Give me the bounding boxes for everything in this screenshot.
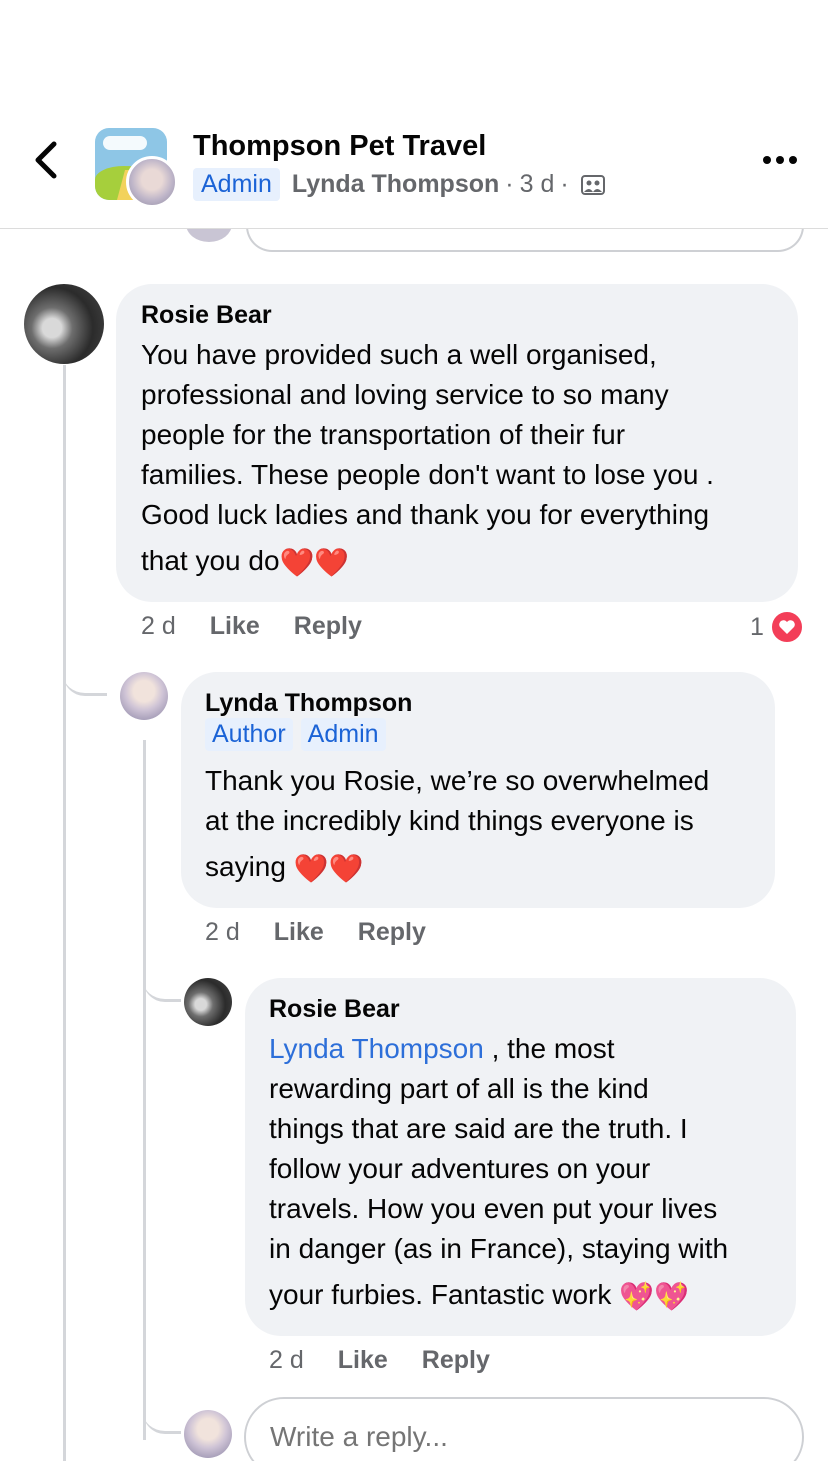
comment-author[interactable]: Rosie Bear [141, 301, 272, 330]
comment-line-last: that you do❤️❤️ [141, 541, 791, 583]
post-time[interactable]: 3 d [520, 170, 555, 199]
love-reaction-icon [769, 610, 804, 644]
reaction-summary[interactable]: 1 [750, 610, 804, 644]
comment-line: that you do [141, 545, 280, 576]
thread-line [63, 365, 66, 1461]
comment-line: saying [205, 851, 286, 882]
reaction-count: 1 [750, 612, 764, 641]
heart-emoji: ❤️❤️ [293, 852, 364, 884]
comment-line: You have provided such a well organised, [141, 339, 657, 370]
comment-author[interactable]: Rosie Bear [269, 995, 400, 1024]
comment-line: families. These people don't want to los… [141, 459, 714, 490]
comment-line: , the most [491, 1033, 615, 1064]
back-chevron-icon[interactable] [30, 140, 66, 180]
comment-line: travels. How you even put your lives [269, 1193, 718, 1224]
comment-line: Thank you Rosie, we’re so overwhelmed [205, 765, 710, 796]
group-privacy-icon [580, 174, 605, 195]
poster-name[interactable]: Lynda Thompson [292, 170, 499, 199]
reply-button[interactable]: Reply [358, 918, 426, 947]
current-user-avatar [184, 1410, 232, 1458]
comment-time[interactable]: 2 d [205, 918, 240, 947]
comment-line-last: your furbies. Fantastic work 💖💖 [269, 1275, 789, 1317]
comment-line: professional and loving service to so ma… [141, 379, 669, 410]
thread-connector [63, 640, 107, 696]
group-title[interactable]: Thompson Pet Travel [193, 130, 486, 163]
comment-text: You have provided such a well organised,… [141, 335, 791, 583]
reply-button[interactable]: Reply [422, 1346, 490, 1375]
write-reply-input[interactable] [244, 1397, 804, 1461]
like-button[interactable]: Like [210, 612, 260, 641]
rosie-bear-avatar[interactable] [184, 978, 232, 1026]
comment-actions: 2 d Like Reply [269, 1346, 524, 1375]
author-badge: Author [205, 718, 293, 751]
comment-text: Lynda Thompson , the most rewarding part… [269, 1029, 789, 1317]
heart-emoji: ❤️❤️ [279, 546, 350, 578]
like-button[interactable]: Like [274, 918, 324, 947]
comment-line: your furbies. Fantastic work [269, 1279, 612, 1310]
like-button[interactable]: Like [338, 1346, 388, 1375]
separator-dot: · [560, 170, 569, 198]
sparkling-heart-emoji: 💖💖 [619, 1280, 689, 1312]
comment-line: follow your adventures on your [269, 1153, 651, 1184]
post-header: Thompson Pet Travel Admin Lynda Thompson… [0, 0, 828, 229]
poster-avatar[interactable] [126, 156, 178, 208]
comment-line-last: saying ❤️❤️ [205, 847, 765, 889]
post-subtitle: Admin Lynda Thompson · 3 d · [193, 168, 605, 201]
comment-actions: 2 d Like Reply [205, 918, 460, 947]
comment-line: people for the transportation of their f… [141, 419, 626, 450]
author-badges: Author Admin [205, 718, 394, 751]
comment-text: Thank you Rosie, we’re so overwhelmed at… [205, 761, 765, 889]
comment-line: Good luck ladies and thank you for every… [141, 499, 710, 530]
comment-line: rewarding part of all is the kind [269, 1073, 649, 1104]
comment-time[interactable]: 2 d [269, 1346, 304, 1375]
lynda-thompson-avatar[interactable] [120, 672, 168, 720]
admin-badge: Admin [193, 168, 280, 201]
more-options-icon[interactable] [762, 150, 798, 170]
comment-author[interactable]: Lynda Thompson [205, 689, 412, 718]
comment-line: at the incredibly kind things everyone i… [205, 805, 694, 836]
rosie-bear-avatar[interactable] [24, 284, 104, 364]
comment-time[interactable]: 2 d [141, 612, 176, 641]
mention-link[interactable]: Lynda Thompson [269, 1033, 484, 1064]
reply-button[interactable]: Reply [294, 612, 362, 641]
comment-line-first: Lynda Thompson , the most [269, 1029, 789, 1069]
separator-dot: · [505, 170, 514, 198]
admin-badge: Admin [300, 718, 386, 751]
cloud-shape [103, 136, 147, 150]
comment-line: things that are said are the truth. I [269, 1113, 688, 1144]
comment-actions: 2 d Like Reply [141, 612, 396, 641]
thread-connector [143, 960, 181, 1002]
comment-line: in danger (as in France), staying with [269, 1233, 729, 1264]
thread-connector [143, 1390, 181, 1434]
thread-line [143, 740, 146, 1440]
